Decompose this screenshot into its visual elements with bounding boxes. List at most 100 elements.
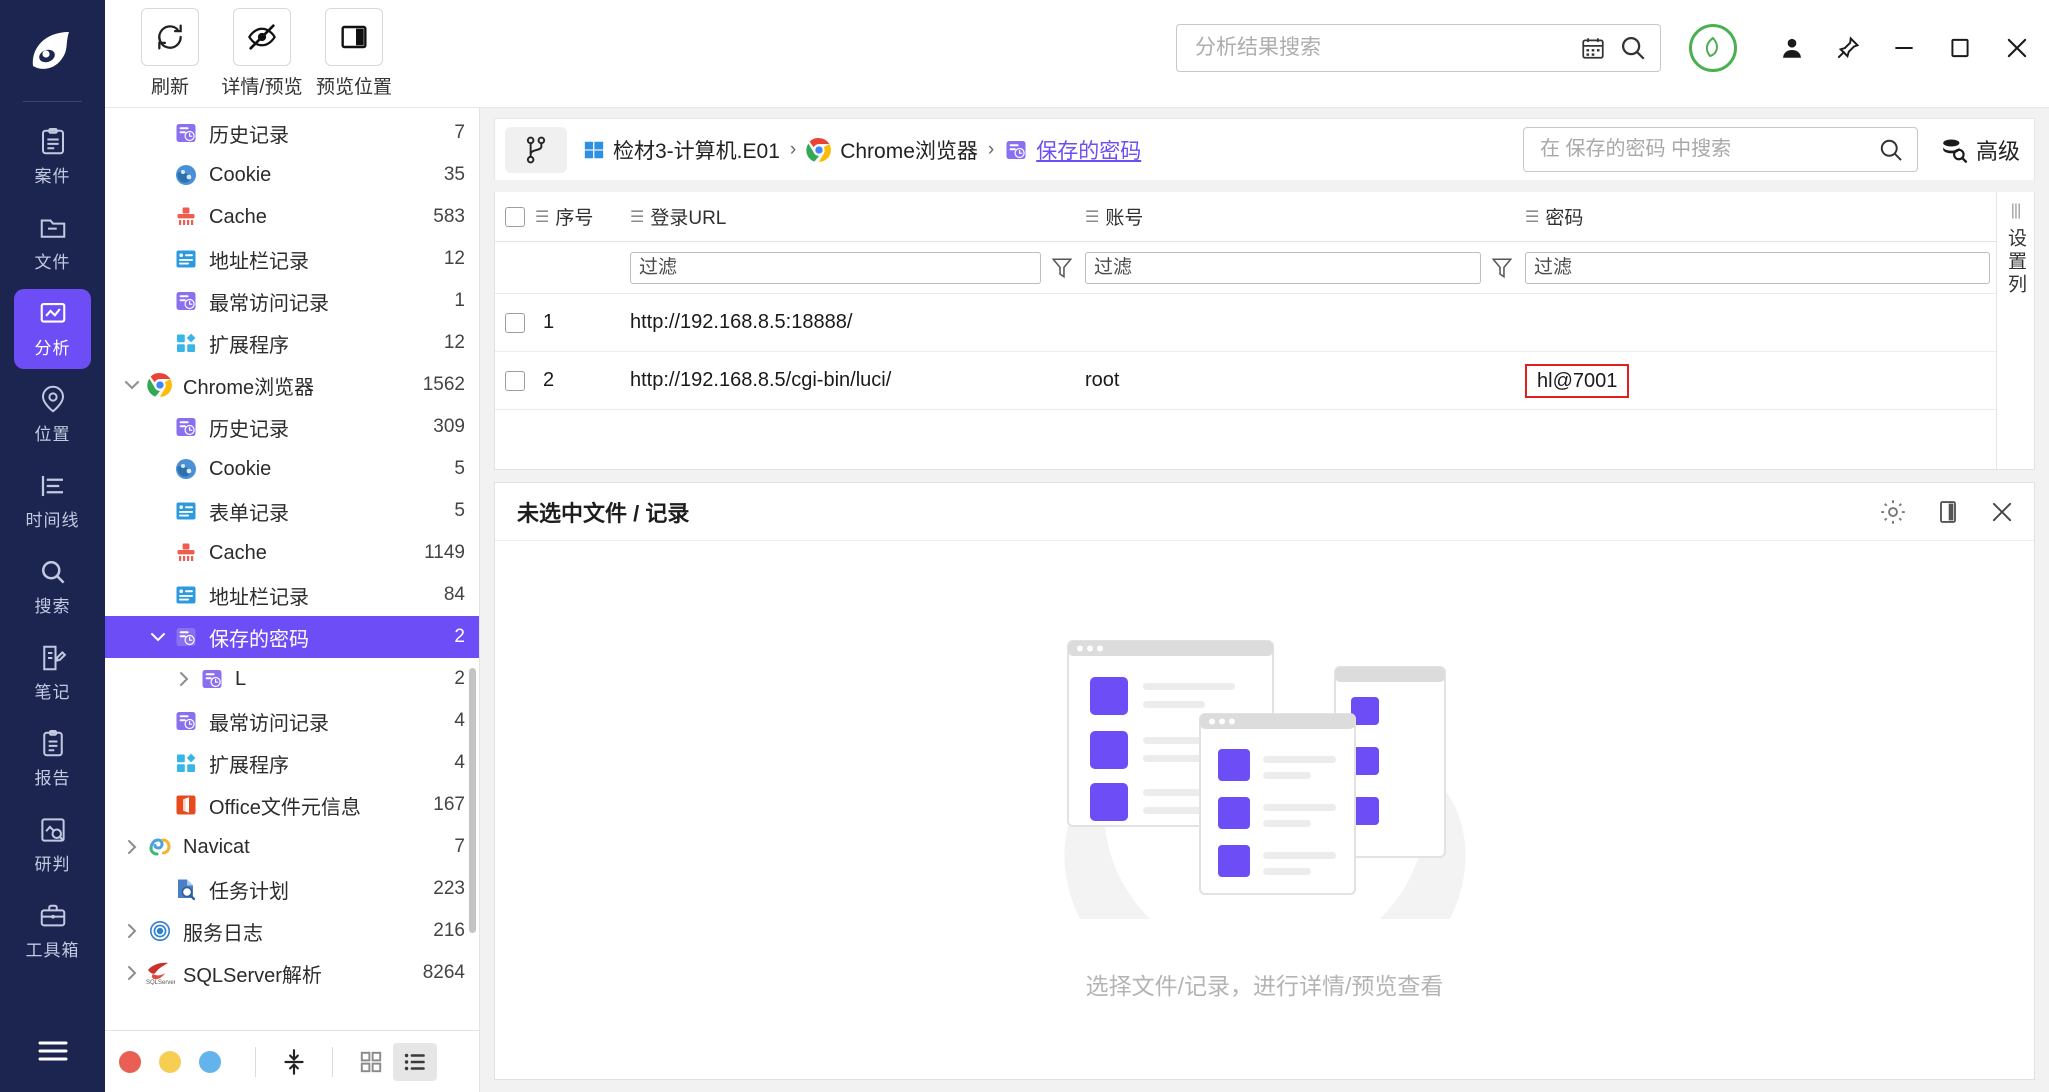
tree-node[interactable]: Cookie 5 bbox=[105, 448, 479, 490]
panel-layout-icon bbox=[325, 8, 383, 66]
breadcrumb-item-chrome[interactable]: Chrome浏览器 bbox=[806, 135, 978, 165]
breadcrumb-separator: › bbox=[987, 138, 995, 160]
tree-node[interactable]: Chrome浏览器 1562 bbox=[105, 364, 479, 406]
preview-position-button[interactable]: 预览位置 bbox=[313, 8, 395, 99]
filter-funnel-icon[interactable] bbox=[1051, 256, 1073, 280]
tree-node[interactable]: SQLServer SQLServer解析 8264 bbox=[105, 952, 479, 994]
tree-node-count: 7 bbox=[454, 122, 465, 143]
close-icon[interactable] bbox=[1988, 498, 2016, 526]
sidebar-item-notes[interactable]: 笔记 bbox=[0, 630, 105, 716]
history-icon bbox=[171, 415, 201, 439]
tag-dot-blue[interactable] bbox=[199, 1050, 221, 1073]
row-checkbox[interactable] bbox=[495, 312, 535, 333]
search-input[interactable] bbox=[1195, 36, 1580, 60]
column-header-idx[interactable]: ☰ 序号 bbox=[535, 203, 630, 230]
maximize-icon[interactable] bbox=[1947, 35, 1973, 61]
filter-input-url[interactable] bbox=[630, 251, 1041, 284]
row-checkbox[interactable] bbox=[495, 370, 535, 391]
column-header-label: 账号 bbox=[1105, 208, 1144, 229]
tree-node-label: Cookie bbox=[209, 457, 272, 480]
column-settings-panel[interactable]: ||| 设置列 bbox=[1996, 192, 2034, 469]
chevron-right-icon[interactable] bbox=[119, 962, 145, 984]
chevron-down-icon[interactable] bbox=[119, 374, 145, 396]
gear-icon[interactable] bbox=[1878, 497, 1908, 527]
tree-node[interactable]: 表单记录 5 bbox=[105, 490, 479, 532]
advanced-search-button[interactable]: 高级 bbox=[1940, 134, 2020, 166]
search-icon bbox=[38, 557, 68, 587]
search-icon[interactable] bbox=[1618, 33, 1648, 63]
sidebar-item-files[interactable]: 文件 bbox=[0, 200, 105, 286]
tree-node-count: 5 bbox=[454, 500, 465, 521]
breadcrumb-item-saved-passwords[interactable]: 保存的密码 bbox=[1004, 135, 1141, 165]
tree-node[interactable]: Cache 1149 bbox=[105, 532, 479, 574]
column-grip-icon: ☰ bbox=[535, 208, 549, 226]
service-icon bbox=[145, 919, 175, 943]
tree-node[interactable]: 保存的密码 2 bbox=[105, 616, 479, 658]
tree-node[interactable]: Office文件元信息 167 bbox=[105, 784, 479, 826]
search-icon[interactable] bbox=[1877, 136, 1905, 164]
sidebar-item-analysis[interactable]: 分析 bbox=[0, 286, 105, 372]
tree-node[interactable]: 任务计划 223 bbox=[105, 868, 479, 910]
list-view-icon[interactable] bbox=[393, 1042, 437, 1081]
tree-node[interactable]: 地址栏记录 84 bbox=[105, 574, 479, 616]
tree-node[interactable]: 最常访问记录 4 bbox=[105, 700, 479, 742]
user-icon[interactable] bbox=[1779, 35, 1805, 61]
chevron-right-icon[interactable] bbox=[171, 668, 197, 690]
tree-node[interactable]: 扩展程序 4 bbox=[105, 742, 479, 784]
tree-node[interactable]: 历史记录 7 bbox=[105, 112, 479, 154]
table-row[interactable]: 1 http://192.168.8.5:18888/ bbox=[495, 294, 2034, 352]
sidebar-item-label: 位置 bbox=[34, 425, 71, 444]
column-header-url[interactable]: ☰ 登录URL bbox=[630, 203, 1085, 230]
close-icon[interactable] bbox=[2003, 34, 2031, 62]
sidebar-item-location[interactable]: 位置 bbox=[0, 372, 105, 458]
sort-updown-icon[interactable] bbox=[272, 1043, 316, 1081]
tree-node[interactable]: Cache 583 bbox=[105, 196, 479, 238]
refresh-button[interactable]: 刷新 bbox=[129, 8, 211, 99]
sidebar-item-timeline[interactable]: 时间线 bbox=[0, 458, 105, 544]
windows-icon bbox=[583, 139, 605, 161]
tree-node[interactable]: 扩展程序 12 bbox=[105, 322, 479, 364]
tag-dot-yellow[interactable] bbox=[159, 1050, 181, 1073]
tree-node[interactable]: Navicat 7 bbox=[105, 826, 479, 868]
minimize-icon[interactable] bbox=[1891, 35, 1917, 61]
table-row[interactable]: 2 http://192.168.8.5/cgi-bin/luci/root hl@… bbox=[495, 352, 2034, 410]
sidebar-item-toolbox[interactable]: 工具箱 bbox=[0, 888, 105, 974]
filter-input-account[interactable] bbox=[1085, 251, 1481, 284]
breadcrumb-item-evidence[interactable]: 检材3-计算机.E01 bbox=[583, 135, 780, 165]
tree-node[interactable]: 服务日志 216 bbox=[105, 910, 479, 952]
column-header-password[interactable]: ☰ 密码 bbox=[1525, 203, 2034, 230]
column-header-account[interactable]: ☰ 账号 bbox=[1085, 203, 1525, 230]
filter-funnel-icon[interactable] bbox=[1491, 256, 1513, 280]
sidebar-item-report[interactable]: 报告 bbox=[0, 716, 105, 802]
chevron-down-icon[interactable] bbox=[145, 626, 171, 648]
detail-preview-button[interactable]: 详情/预览 bbox=[221, 8, 303, 99]
sidebar-item-search[interactable]: 搜索 bbox=[0, 544, 105, 630]
pin-icon[interactable] bbox=[1835, 35, 1861, 61]
leaf-badge-icon[interactable] bbox=[1689, 24, 1737, 72]
hamburger-menu-icon[interactable] bbox=[0, 1038, 105, 1064]
breadcrumb-separator: › bbox=[789, 138, 797, 160]
select-all-checkbox[interactable] bbox=[495, 206, 535, 227]
chrome-icon bbox=[806, 137, 832, 163]
tree-node[interactable]: 地址栏记录 12 bbox=[105, 238, 479, 280]
local-search-box[interactable] bbox=[1522, 127, 1918, 172]
app-logo bbox=[0, 0, 105, 108]
branch-icon[interactable] bbox=[505, 126, 567, 173]
filter-input-password[interactable] bbox=[1525, 251, 1990, 284]
sidebar-item-case[interactable]: 案件 bbox=[0, 114, 105, 200]
tree-node[interactable]: L2 bbox=[105, 658, 479, 700]
chevron-right-icon[interactable] bbox=[119, 836, 145, 858]
grid-view-icon[interactable] bbox=[349, 1043, 393, 1081]
global-search-box[interactable] bbox=[1176, 24, 1661, 72]
calendar-icon[interactable] bbox=[1580, 35, 1606, 61]
chevron-right-icon[interactable] bbox=[119, 920, 145, 942]
tree-node[interactable]: 历史记录 309 bbox=[105, 406, 479, 448]
tree-node[interactable]: 最常访问记录 1 bbox=[105, 280, 479, 322]
tree-scrollbar[interactable] bbox=[469, 668, 476, 933]
tree-scroll-area[interactable]: 历史记录 7 Cookie 35 Cache 583 地址栏记录 12 最常访问记录 1 bbox=[105, 108, 479, 1030]
tree-node[interactable]: Cookie 35 bbox=[105, 154, 479, 196]
sidebar-item-investigate[interactable]: 研判 bbox=[0, 802, 105, 888]
search-input[interactable] bbox=[1539, 138, 1877, 161]
panel-layout-icon[interactable] bbox=[1934, 498, 1962, 526]
tag-dot-red[interactable] bbox=[119, 1050, 141, 1073]
